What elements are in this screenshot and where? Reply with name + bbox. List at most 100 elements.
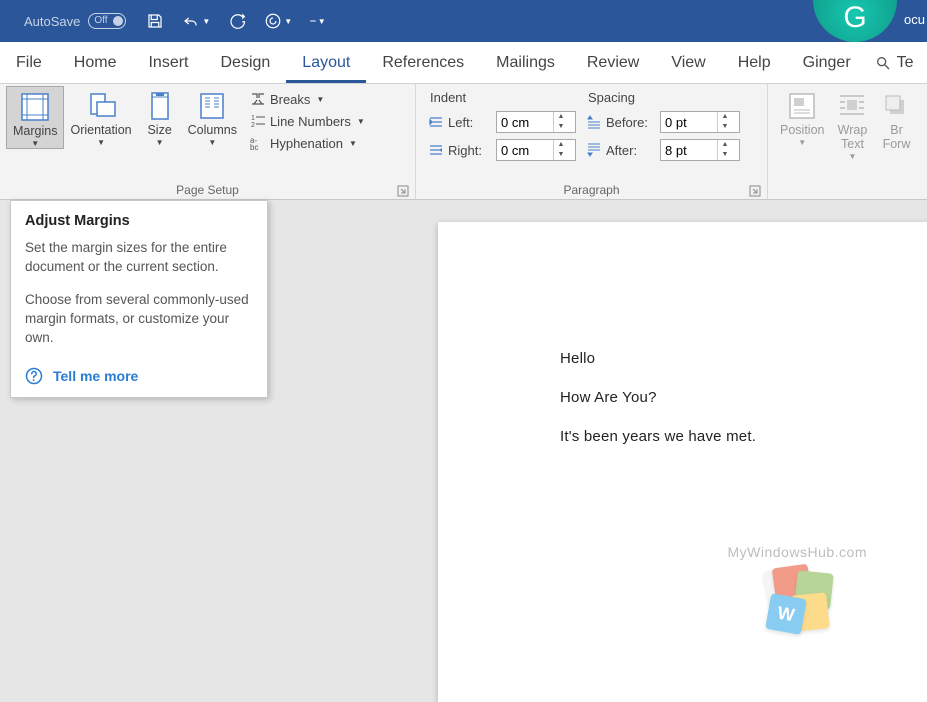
dialog-launcher-page-setup[interactable] — [397, 185, 409, 197]
doc-line[interactable]: Hello — [560, 350, 927, 367]
spin-down[interactable]: ▼ — [554, 122, 568, 132]
spacing-after-icon — [586, 142, 602, 158]
orientation-label: Orientation — [70, 124, 131, 138]
orientation-button[interactable]: Orientation ▼ — [64, 86, 137, 147]
spacing-after-label: After: — [606, 143, 656, 158]
line-numbers-button[interactable]: 12 Line Numbers ▼ — [247, 112, 368, 130]
group-arrange: Position ▼ Wrap Text ▼ Br Forw — [768, 84, 927, 199]
tooltip-body-2: Choose from several commonly-used margin… — [25, 291, 253, 348]
position-label: Position — [780, 124, 824, 138]
breaks-label: Breaks — [270, 92, 310, 107]
position-icon — [786, 90, 818, 122]
spin-down[interactable]: ▼ — [718, 150, 732, 160]
document-page[interactable]: Hello How Are You? It's been years we have… — [438, 222, 927, 702]
chevron-down-icon: ▼ — [849, 152, 857, 161]
margins-label: Margins — [13, 125, 57, 139]
size-label: Size — [147, 124, 171, 138]
line-numbers-icon: 12 — [250, 113, 266, 129]
columns-icon — [196, 90, 228, 122]
indent-left-icon — [428, 114, 444, 130]
tooltip-body-1: Set the margin sizes for the entire docu… — [25, 239, 253, 277]
tab-view[interactable]: View — [655, 42, 721, 83]
wrap-text-label: Wrap Text — [838, 124, 868, 152]
hyphenation-icon: a-bc — [250, 135, 266, 151]
tab-insert[interactable]: Insert — [132, 42, 204, 83]
spacing-after-input[interactable] — [661, 142, 717, 159]
chevron-down-icon: ▼ — [357, 117, 365, 126]
group-label-paragraph: Paragraph — [563, 183, 619, 197]
spin-up[interactable]: ▲ — [718, 112, 732, 122]
tab-layout[interactable]: Layout — [286, 42, 366, 83]
position-button: Position ▼ — [774, 86, 830, 147]
grammarly-badge[interactable]: G — [813, 0, 897, 42]
tab-file[interactable]: File — [0, 42, 58, 83]
tab-mailings[interactable]: Mailings — [480, 42, 571, 83]
indent-right-spinbox[interactable]: ▲▼ — [496, 139, 576, 161]
spacing-before-spinbox[interactable]: ▲▼ — [660, 111, 740, 133]
wrap-text-button: Wrap Text ▼ — [830, 86, 874, 161]
spin-up[interactable]: ▲ — [718, 140, 732, 150]
tab-ginger[interactable]: Ginger — [787, 42, 867, 83]
line-numbers-label: Line Numbers — [270, 114, 351, 129]
autosave-toggle[interactable]: AutoSave Off — [24, 13, 126, 29]
spin-up[interactable]: ▲ — [554, 112, 568, 122]
save-icon — [146, 12, 164, 30]
margins-icon — [19, 91, 51, 123]
indent-header: Indent — [430, 90, 576, 105]
columns-label: Columns — [188, 124, 237, 138]
tab-references[interactable]: References — [366, 42, 480, 83]
tell-me-more-label: Tell me more — [53, 368, 138, 384]
doc-line[interactable]: How Are You? — [560, 389, 927, 406]
autosave-switch[interactable]: Off — [88, 13, 126, 29]
doc-line[interactable]: It's been years we have met. — [560, 428, 927, 445]
undo-icon — [182, 12, 200, 30]
redo-icon — [228, 12, 246, 30]
breaks-button[interactable]: Breaks ▼ — [247, 90, 368, 108]
autosave-label: AutoSave — [24, 14, 80, 29]
dialog-launcher-paragraph[interactable] — [749, 185, 761, 197]
quick-access-toolbar: ▼ ▼ ⎯ ▼ — [146, 12, 325, 30]
indent-left-spinbox[interactable]: ▲▼ — [496, 111, 576, 133]
chevron-down-icon: ▼ — [208, 138, 216, 147]
spacing-after-spinbox[interactable]: ▲▼ — [660, 139, 740, 161]
title-fragment: ocu — [904, 12, 925, 27]
chevron-down-icon: ▼ — [316, 95, 324, 104]
tab-review[interactable]: Review — [571, 42, 655, 83]
grammarly-qat-button[interactable]: ▼ — [264, 12, 292, 30]
spin-up[interactable]: ▲ — [554, 140, 568, 150]
search-icon — [875, 55, 891, 71]
margins-button[interactable]: Margins ▼ — [6, 86, 64, 149]
chevron-down-icon: ▼ — [318, 17, 326, 26]
chevron-down-icon: ▼ — [97, 138, 105, 147]
hyphenation-button[interactable]: a-bc Hyphenation ▼ — [247, 134, 368, 152]
tell-me-search[interactable]: Te — [875, 54, 914, 72]
bring-forward-label: Br Forw — [883, 124, 911, 152]
spacing-before-icon — [586, 114, 602, 130]
customize-icon: ⎯ — [310, 15, 316, 28]
indent-right-label: Right: — [448, 143, 492, 158]
group-paragraph: Indent Left: ▲▼ Right: ▲▼ — [416, 84, 768, 199]
grammarly-small-icon — [264, 12, 282, 30]
repeat-button[interactable] — [228, 12, 246, 30]
spacing-before-input[interactable] — [661, 114, 717, 131]
undo-button[interactable]: ▼ — [182, 12, 210, 30]
chevron-down-icon: ▼ — [202, 17, 210, 26]
svg-text:2: 2 — [251, 122, 255, 129]
size-button[interactable]: Size ▼ — [138, 86, 182, 147]
spin-down[interactable]: ▼ — [554, 150, 568, 160]
customize-qat-button[interactable]: ⎯ ▼ — [310, 15, 325, 28]
grammarly-letter: G — [843, 1, 866, 35]
tab-help[interactable]: Help — [722, 42, 787, 83]
chevron-down-icon: ▼ — [31, 139, 39, 148]
tab-design[interactable]: Design — [204, 42, 286, 83]
indent-left-input[interactable] — [497, 114, 553, 131]
tell-me-more-link[interactable]: Tell me more — [25, 361, 253, 385]
save-button[interactable] — [146, 12, 164, 30]
hyphenation-label: Hyphenation — [270, 136, 343, 151]
tab-home[interactable]: Home — [58, 42, 133, 83]
spin-down[interactable]: ▼ — [718, 122, 732, 132]
indent-right-input[interactable] — [497, 142, 553, 159]
columns-button[interactable]: Columns ▼ — [182, 86, 243, 147]
size-icon — [144, 90, 176, 122]
autosave-state: Off — [94, 15, 107, 26]
